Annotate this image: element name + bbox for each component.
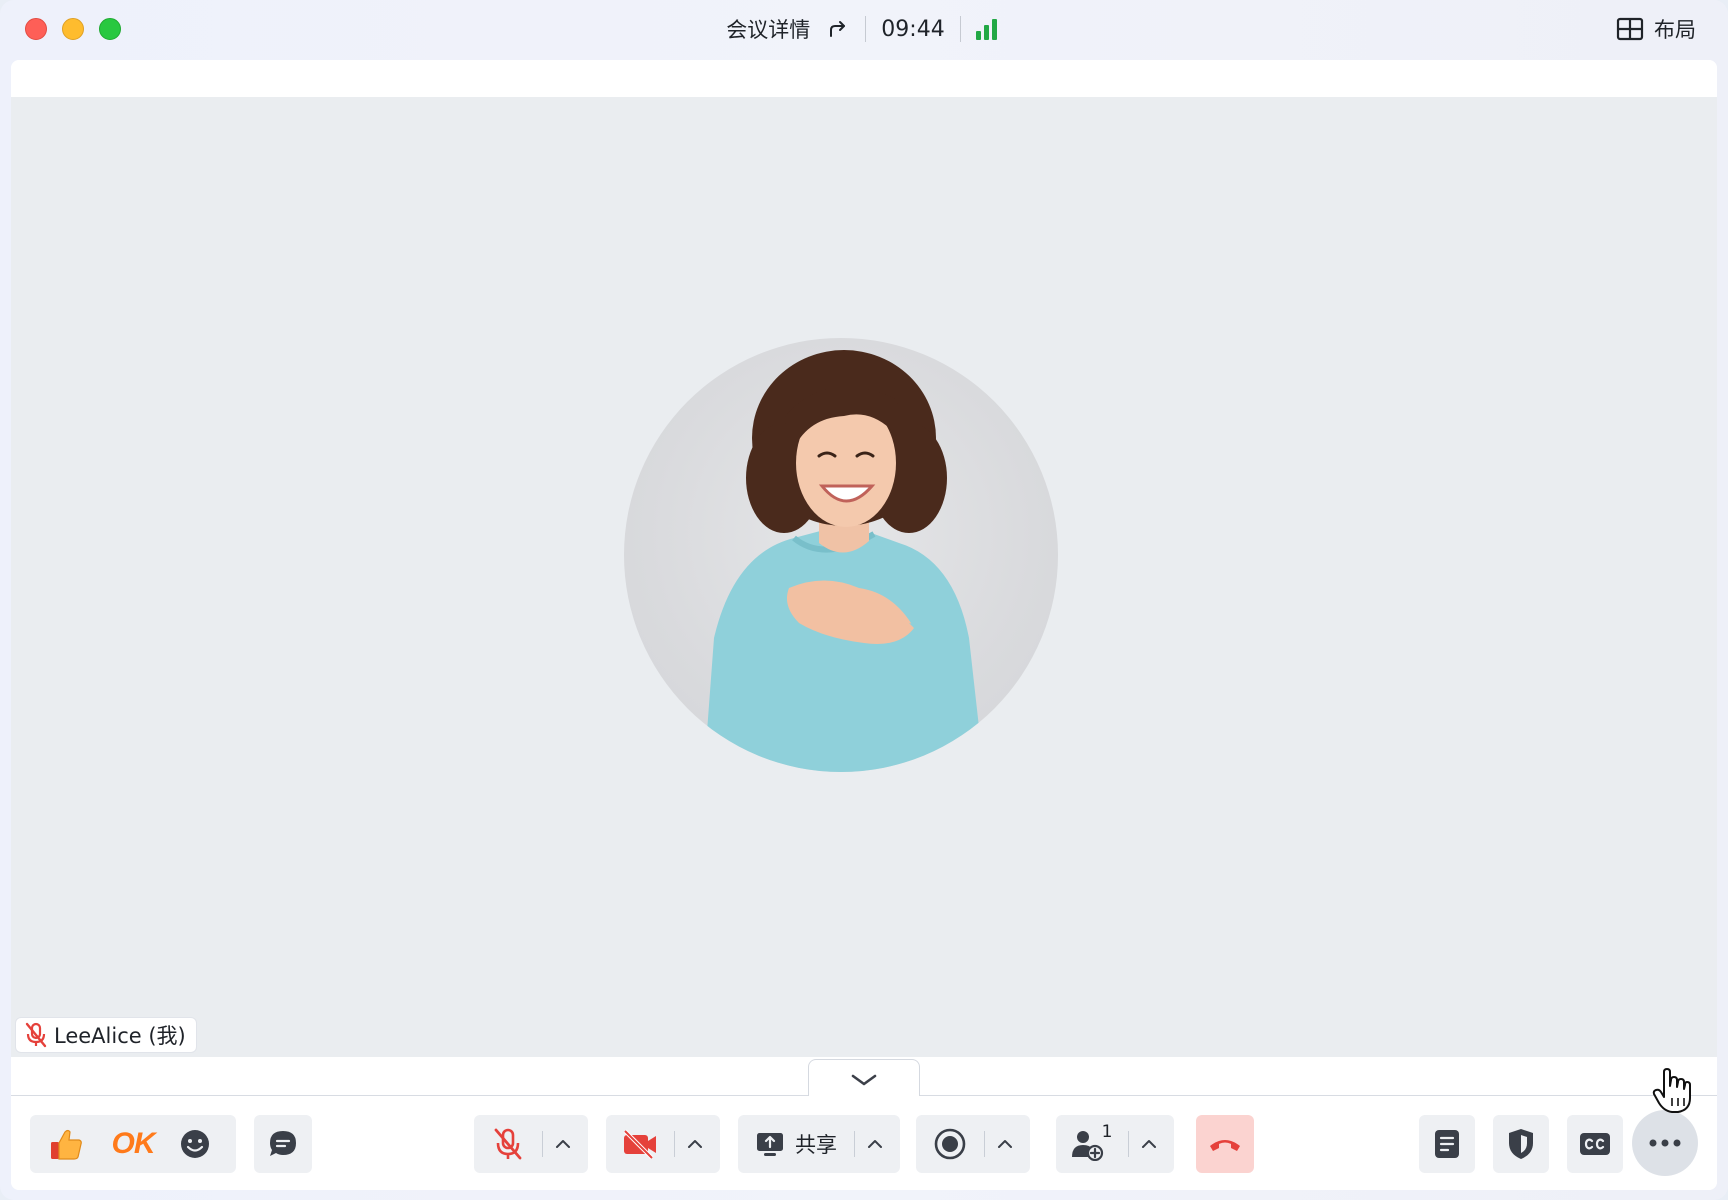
microphone-options-button[interactable] bbox=[543, 1115, 583, 1173]
chevron-up-icon bbox=[998, 1140, 1012, 1148]
closed-captions-icon bbox=[1580, 1133, 1610, 1155]
add-participant-icon bbox=[1071, 1131, 1103, 1161]
top-strip bbox=[11, 60, 1717, 97]
ok-reaction-button[interactable]: OK bbox=[102, 1115, 164, 1173]
layout-grid-icon bbox=[1616, 17, 1644, 41]
camera-toggle-button[interactable] bbox=[606, 1115, 674, 1173]
shield-icon bbox=[1509, 1129, 1533, 1159]
share-label: 共享 bbox=[795, 1133, 837, 1157]
mic-muted-icon bbox=[25, 1022, 47, 1048]
more-options-button[interactable] bbox=[1632, 1110, 1698, 1176]
microphone-group bbox=[474, 1115, 588, 1173]
title-divider bbox=[959, 16, 961, 42]
ok-reaction-text: OK bbox=[111, 1127, 156, 1160]
chevron-up-icon bbox=[1142, 1140, 1156, 1148]
camera-group bbox=[606, 1115, 720, 1173]
record-options-button[interactable] bbox=[985, 1115, 1025, 1173]
more-dots-icon bbox=[1649, 1139, 1681, 1147]
camera-options-button[interactable] bbox=[675, 1115, 715, 1173]
record-icon bbox=[934, 1128, 966, 1160]
thumbs-up-icon bbox=[51, 1129, 82, 1160]
chat-bubble-icon bbox=[270, 1131, 296, 1156]
share-screen-button[interactable]: 共享 bbox=[738, 1115, 854, 1173]
leave-meeting-button[interactable] bbox=[1196, 1115, 1254, 1173]
meeting-timer: 09:44 bbox=[881, 16, 945, 42]
smiley-icon bbox=[181, 1130, 209, 1158]
share-options-button[interactable] bbox=[855, 1115, 895, 1173]
record-group bbox=[916, 1115, 1030, 1173]
participants-options-button[interactable] bbox=[1129, 1115, 1169, 1173]
participants-count: 1 bbox=[1101, 1122, 1113, 1142]
camera-off-icon bbox=[623, 1129, 656, 1159]
meeting-window: 会议详情 09:44 布局 LeeAlice (我) OK 共享 1 bbox=[0, 0, 1728, 1200]
chevron-up-icon bbox=[868, 1140, 882, 1148]
meeting-toolbar: OK 共享 1 bbox=[11, 1096, 1717, 1190]
notes-button[interactable] bbox=[1419, 1115, 1475, 1173]
meeting-info: 会议详情 09:44 bbox=[0, 12, 1728, 46]
mic-muted-icon bbox=[494, 1128, 522, 1160]
notes-group bbox=[1419, 1115, 1475, 1173]
share-arrow-icon[interactable] bbox=[826, 17, 850, 41]
captions-button[interactable] bbox=[1567, 1115, 1623, 1173]
share-group: 共享 bbox=[738, 1115, 900, 1173]
emoji-reaction-button[interactable] bbox=[164, 1115, 226, 1173]
reactions-group: OK bbox=[30, 1115, 236, 1173]
layout-button[interactable]: 布局 bbox=[1616, 14, 1696, 44]
signal-strength-icon[interactable] bbox=[975, 18, 1002, 40]
title-divider bbox=[865, 16, 867, 42]
hang-up-phone-icon bbox=[1210, 1140, 1240, 1151]
record-button[interactable] bbox=[916, 1115, 984, 1173]
hangup-group bbox=[1196, 1115, 1254, 1173]
participants-button[interactable]: 1 bbox=[1056, 1115, 1128, 1173]
title-bar: 会议详情 09:44 布局 bbox=[0, 0, 1728, 60]
microphone-toggle-button[interactable] bbox=[474, 1115, 542, 1173]
participant-name-tag: LeeAlice (我) bbox=[15, 1017, 197, 1053]
video-area bbox=[11, 97, 1717, 1057]
meeting-stage: LeeAlice (我) OK 共享 1 bbox=[11, 60, 1717, 1190]
security-button[interactable] bbox=[1493, 1115, 1549, 1173]
layout-label: 布局 bbox=[1654, 18, 1696, 42]
share-screen-icon bbox=[757, 1133, 783, 1156]
meeting-details-title[interactable]: 会议详情 bbox=[726, 14, 810, 44]
participants-group: 1 bbox=[1056, 1115, 1174, 1173]
chat-group bbox=[254, 1115, 312, 1173]
more-group bbox=[1632, 1110, 1698, 1176]
chevron-up-icon bbox=[556, 1140, 570, 1148]
document-icon bbox=[1435, 1130, 1459, 1158]
chevron-down-icon bbox=[851, 1074, 877, 1085]
chevron-up-icon bbox=[688, 1140, 702, 1148]
participant-avatar bbox=[624, 338, 1058, 772]
participant-name: LeeAlice (我) bbox=[54, 1024, 186, 1048]
collapse-toolbar-button[interactable] bbox=[808, 1059, 920, 1099]
chat-button[interactable] bbox=[254, 1115, 312, 1173]
captions-group bbox=[1567, 1115, 1623, 1173]
thumbs-up-reaction-button[interactable] bbox=[30, 1115, 102, 1173]
security-group bbox=[1493, 1115, 1549, 1173]
